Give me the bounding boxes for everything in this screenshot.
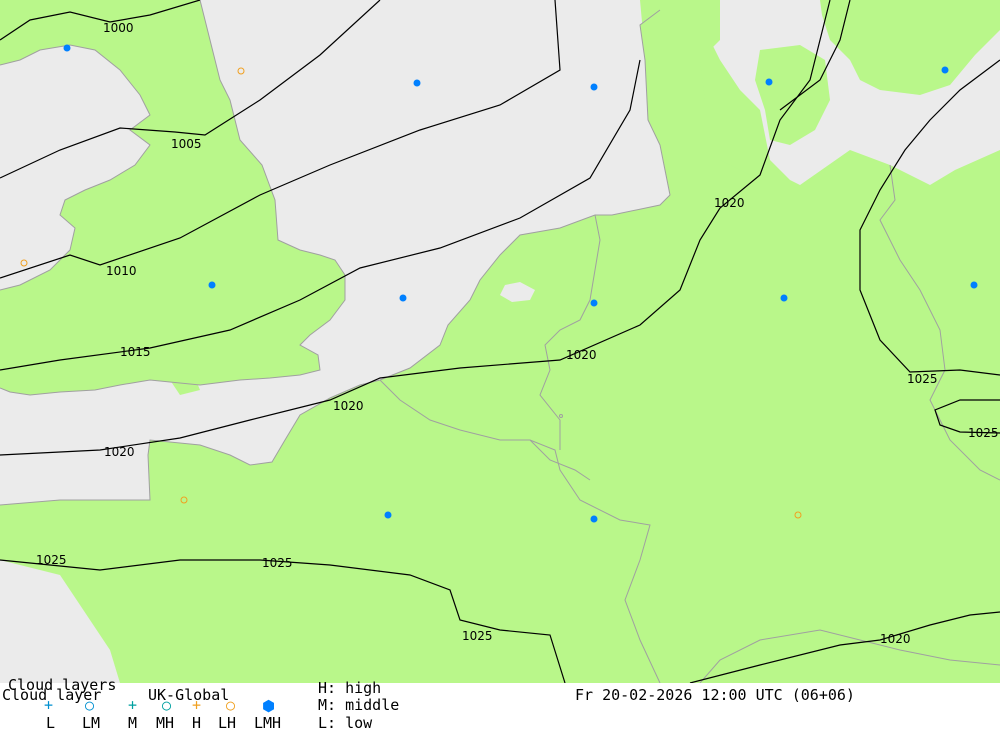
lm-symbol-icon: ○: [85, 696, 95, 714]
lmh-marker: [941, 66, 949, 74]
legend-middle: M: middle: [318, 696, 400, 714]
l-symbol-icon: +: [44, 696, 54, 714]
lmh-marker: [63, 44, 71, 52]
legend-high: H: high: [318, 679, 382, 697]
lmh-marker: [399, 294, 407, 302]
legend: Cloud layers Cloud layer UK-Global + ○ +…: [0, 678, 1000, 733]
lh-symbol-icon: ○: [226, 696, 236, 714]
weather-map: 1000 1005 1010 1015 1020 1020 1020 1020 …: [0, 0, 1000, 684]
lmh-marker: [970, 281, 978, 289]
isobar-label: 1025: [262, 556, 293, 570]
isobar-label: 1015: [120, 345, 151, 359]
map-canvas: 1000 1005 1010 1015 1020 1020 1020 1020 …: [0, 0, 1000, 684]
legend-symbol-l: L: [46, 714, 56, 732]
lmh-marker: [384, 511, 392, 519]
forecast-datetime: Fr 20-02-2026 12:00 UTC (06+06): [575, 686, 855, 704]
isobar-label: 1025: [36, 553, 67, 567]
m-symbol-icon: +: [128, 696, 138, 714]
legend-symbol-lh: LH: [218, 714, 237, 732]
lmh-symbol-icon: ⬢: [262, 697, 276, 715]
legend-symbol-lmh: LMH: [254, 714, 282, 732]
legend-model: UK-Global: [148, 686, 230, 704]
lmh-marker: [780, 294, 788, 302]
legend-low: L: low: [318, 714, 373, 732]
isobar-label: 1020: [104, 445, 135, 459]
legend-symbol-mh: MH: [156, 714, 175, 732]
legend-symbol-m: M: [128, 714, 138, 732]
isobar-label: 1005: [171, 137, 202, 151]
legend-symbol-lm: LM: [82, 714, 101, 732]
h-symbol-icon: +: [192, 696, 202, 714]
lmh-marker: [590, 299, 598, 307]
isobar-label: 1020: [566, 348, 597, 362]
isobar-label: 1025: [907, 372, 938, 386]
lmh-marker: [765, 78, 773, 86]
isobar-label: 1025: [968, 426, 999, 440]
mh-symbol-icon: ○: [162, 696, 172, 714]
legend-symbol-h: H: [192, 714, 202, 732]
lmh-marker: [590, 515, 598, 523]
lmh-marker: [590, 83, 598, 91]
lmh-marker: [413, 79, 421, 87]
lmh-marker: [208, 281, 216, 289]
isobar-label: 1020: [880, 632, 911, 646]
isobar-label: 1000: [103, 21, 134, 35]
isobar-label: 1025: [462, 629, 493, 643]
isobar-label: 1020: [714, 196, 745, 210]
isobar-label: 1020: [333, 399, 364, 413]
isobar-label: 1010: [106, 264, 137, 278]
